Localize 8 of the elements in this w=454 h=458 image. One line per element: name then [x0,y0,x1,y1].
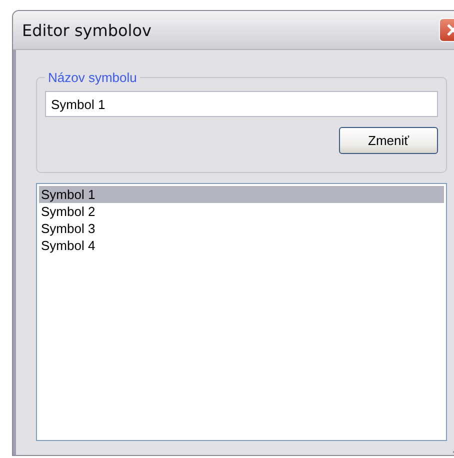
list-item[interactable]: Symbol 3 [39,220,444,237]
list-item[interactable]: Symbol 1 [39,186,444,203]
list-item[interactable]: Symbol 2 [39,203,444,220]
symbol-name-field[interactable]: Symbol 1 [45,91,438,117]
window-title: Editor symbolov [22,20,152,40]
change-button[interactable]: Zmeniť [339,127,438,154]
group-legend: Názov symbolu [45,70,140,85]
list-item[interactable]: Symbol 4 [39,237,444,254]
